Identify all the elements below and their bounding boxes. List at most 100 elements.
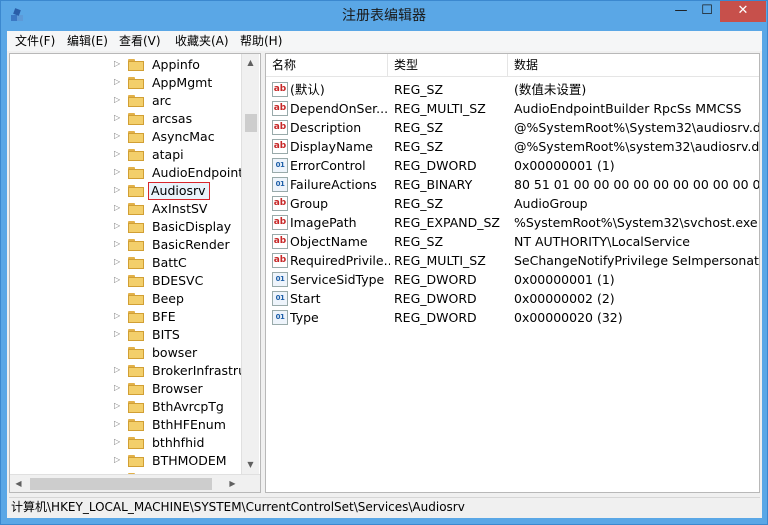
expand-arrow-icon[interactable]: ▷ (114, 257, 120, 266)
tree-item[interactable]: ▷ BthAvrcpTg (10, 398, 242, 416)
string-value-icon: ab (272, 139, 288, 154)
expand-arrow-icon[interactable]: ▷ (114, 221, 120, 230)
value-row[interactable]: ab DependOnSer... REG_MULTI_SZ AudioEndpoin… (266, 99, 759, 118)
tree-item[interactable]: ▷ BthHFEnum (10, 416, 242, 434)
tree-horizontal-scrollbar[interactable]: ◀ ▶ (10, 474, 260, 492)
list-header: 名称 类型 数据 (266, 54, 759, 77)
value-row[interactable]: ab ObjectName REG_SZ NT AUTHORITY\LocalServ… (266, 232, 759, 251)
folder-icon (128, 203, 144, 215)
value-row[interactable]: ab (默认) REG_SZ (数值未设置) (266, 80, 759, 99)
expand-arrow-icon[interactable]: ▷ (114, 401, 120, 410)
scroll-down-icon[interactable]: ▼ (242, 456, 259, 473)
expand-arrow-icon[interactable]: ▷ (114, 77, 120, 86)
expand-arrow-icon[interactable]: ▷ (114, 383, 120, 392)
column-header-data[interactable]: 数据 (508, 54, 759, 77)
tree-hscroll-thumb[interactable] (30, 478, 212, 490)
tree-item[interactable]: ▷ BasicRender (10, 236, 242, 254)
expand-arrow-icon[interactable]: ▷ (114, 311, 120, 320)
tree-item[interactable]: ▷ BasicDisplay (10, 218, 242, 236)
value-row[interactable]: ab DisplayName REG_SZ @%SystemRoot%\system3… (266, 137, 759, 156)
tree-item[interactable]: ▷ Audiosrv (10, 182, 242, 200)
tree-item[interactable]: ▷ AppMgmt (10, 74, 242, 92)
expand-arrow-icon[interactable]: ▷ (114, 167, 120, 176)
column-header-name[interactable]: 名称 (266, 54, 388, 77)
value-name: (默认) (290, 82, 325, 97)
expand-arrow-icon[interactable]: ▷ (114, 95, 120, 104)
tree-vscroll-thumb[interactable] (245, 114, 257, 132)
tree-item[interactable]: ▷ AxInstSV (10, 200, 242, 218)
binary-value-icon: 01 (272, 310, 288, 325)
expand-arrow-icon[interactable]: ▷ (114, 239, 120, 248)
tree-item[interactable]: ▷ Appinfo (10, 56, 242, 74)
tree-item-label: Audiosrv (148, 182, 210, 200)
string-value-icon: ab (272, 196, 288, 211)
expand-arrow-icon[interactable]: ▷ (114, 113, 120, 122)
close-button[interactable]: ✕ (720, 1, 766, 22)
binary-value-icon: 01 (272, 158, 288, 173)
tree-item[interactable]: ▷ BFE (10, 308, 242, 326)
expand-arrow-icon[interactable]: ▷ (114, 275, 120, 284)
binary-value-icon: 01 (272, 177, 288, 192)
tree-item[interactable]: ▷ atapi (10, 146, 242, 164)
expand-arrow-icon[interactable]: ▷ (114, 59, 120, 68)
column-header-type[interactable]: 类型 (388, 54, 508, 77)
tree-item[interactable]: bowser (10, 344, 242, 362)
folder-icon (128, 401, 144, 413)
tree-item[interactable]: ▷ BrokerInfrastru (10, 362, 246, 380)
expand-arrow-icon[interactable]: ▷ (114, 437, 120, 446)
value-row[interactable]: 01 FailureActions REG_BINARY 80 51 01 00 00… (266, 175, 759, 194)
value-row[interactable]: ab Description REG_SZ @%SystemRoot%\System3… (266, 118, 759, 137)
expand-arrow-icon[interactable]: ▷ (114, 365, 120, 374)
tree-item[interactable]: ▷ BITS (10, 326, 242, 344)
string-value-icon: ab (272, 120, 288, 135)
folder-icon (128, 275, 144, 287)
minimize-button[interactable]: — (668, 1, 694, 22)
menu-view[interactable]: 查看(V) (119, 31, 161, 51)
scroll-left-icon[interactable]: ◀ (10, 475, 27, 492)
expand-arrow-icon[interactable]: ▷ (114, 455, 120, 464)
value-type: REG_SZ (394, 82, 444, 97)
tree-item[interactable]: ▷ AudioEndpointI (10, 164, 247, 182)
key-tree-pane[interactable]: ▷ Appinfo ▷ AppMgmt ▷ arc ▷ arcsas ▷ AsyncMac ▷ ata… (9, 53, 261, 493)
value-row[interactable]: 01 ServiceSidType REG_DWORD 0x00000001 (1) (266, 270, 759, 289)
tree-item[interactable]: ▷ arcsas (10, 110, 242, 128)
tree-vertical-scrollbar[interactable]: ▲ ▼ (241, 54, 259, 474)
expand-arrow-icon[interactable]: ▷ (114, 419, 120, 428)
expand-arrow-icon[interactable]: ▷ (114, 131, 120, 140)
value-row[interactable]: 01 Start REG_DWORD 0x00000002 (2) (266, 289, 759, 308)
scroll-right-icon[interactable]: ▶ (224, 475, 241, 492)
expand-arrow-icon[interactable]: ▷ (114, 185, 120, 194)
expand-arrow-icon[interactable]: ▷ (114, 329, 120, 338)
binary-value-icon: 01 (272, 272, 288, 287)
regedit-window: 注册表编辑器 — ☐ ✕ 文件(F) 编辑(E) 查看(V) 收藏夹(A) 帮助… (0, 0, 768, 525)
value-list-pane[interactable]: 名称 类型 数据 ab (默认) REG_SZ (数值未设置) ab DependOnSe… (265, 53, 760, 493)
tree-item[interactable]: ▷ arc (10, 92, 242, 110)
value-name: Description (290, 120, 362, 135)
value-row[interactable]: ab RequiredPrivile... REG_MULTI_SZ SeChange… (266, 251, 759, 270)
tree-item[interactable]: Beep (10, 290, 242, 308)
value-row[interactable]: ab ImagePath REG_EXPAND_SZ %SystemRoot%\Sys… (266, 213, 759, 232)
tree-item[interactable]: ▷ BattC (10, 254, 242, 272)
menu-file[interactable]: 文件(F) (15, 31, 55, 51)
menu-favorites[interactable]: 收藏夹(A) (175, 31, 229, 51)
title-bar[interactable]: 注册表编辑器 — ☐ ✕ (1, 1, 767, 31)
tree-item[interactable]: ▷ AsyncMac (10, 128, 242, 146)
folder-icon (128, 347, 144, 359)
tree-item-label: AudioEndpointI (152, 165, 247, 180)
menu-help[interactable]: 帮助(H) (240, 31, 282, 51)
string-value-icon: ab (272, 101, 288, 116)
tree-item[interactable]: ▷ BTHMODEM (10, 452, 242, 470)
tree-item[interactable]: ▷ Browser (10, 380, 242, 398)
expand-arrow-icon[interactable]: ▷ (114, 149, 120, 158)
value-row[interactable]: ab Group REG_SZ AudioGroup (266, 194, 759, 213)
scroll-up-icon[interactable]: ▲ (242, 54, 259, 71)
maximize-button[interactable]: ☐ (694, 1, 720, 22)
tree-item[interactable]: ▷ bthhfhid (10, 434, 242, 452)
tree-item[interactable]: ▷ BDESVC (10, 272, 242, 290)
tree-item-label: BFE (152, 309, 176, 324)
folder-icon (128, 149, 144, 161)
menu-edit[interactable]: 编辑(E) (67, 31, 108, 51)
expand-arrow-icon[interactable]: ▷ (114, 203, 120, 212)
value-row[interactable]: 01 Type REG_DWORD 0x00000020 (32) (266, 308, 759, 327)
value-row[interactable]: 01 ErrorControl REG_DWORD 0x00000001 (1) (266, 156, 759, 175)
